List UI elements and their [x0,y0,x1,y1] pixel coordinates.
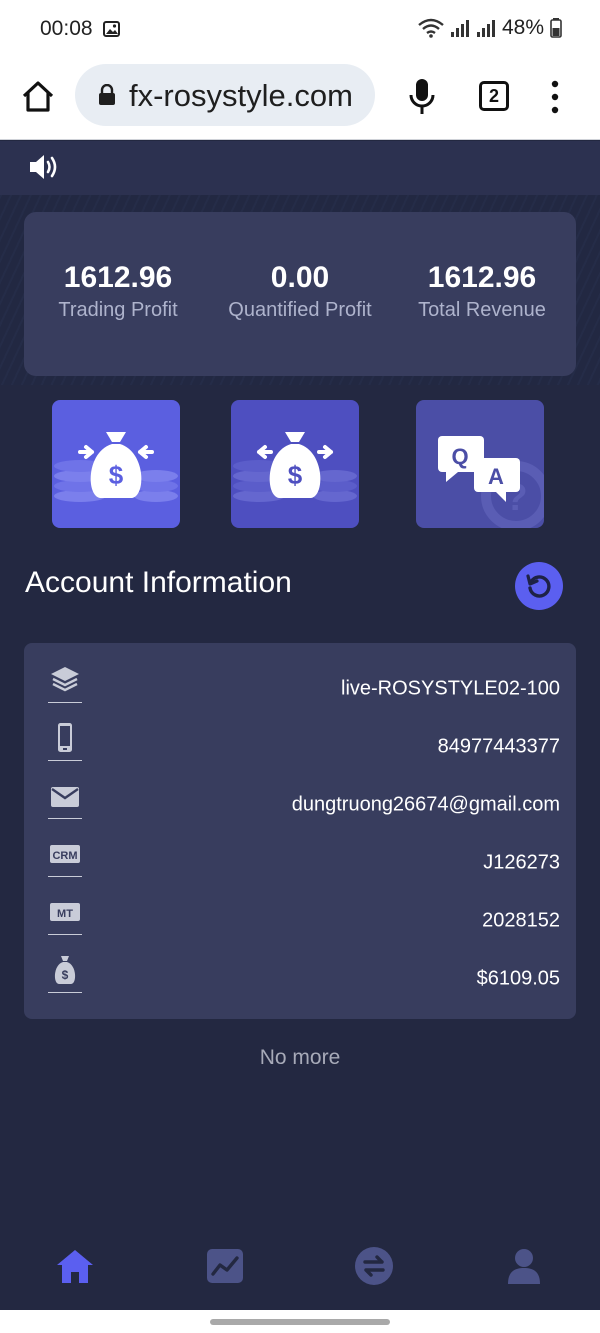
home-tab-icon [57,1250,93,1283]
battery-percent: 48% [501,16,544,39]
account-row-balance: $ $6109.05 [24,947,576,1005]
wifi-icon [418,18,444,38]
tab-market[interactable] [205,1246,245,1286]
home-icon[interactable] [20,79,56,115]
account-crm-value: J126273 [483,851,560,874]
mt-icon-text: MT [57,908,73,920]
signal-icon [450,20,469,37]
account-row-crm: CRM J126273 [24,831,576,889]
url-text: fx-rosystyle.com [129,78,353,113]
profit-summary-card: 1612.96 Trading Profit 0.00 Quantified P… [24,212,576,376]
faq-button[interactable]: ? Q A [416,400,544,528]
svg-text:Q: Q [451,444,468,469]
account-row-email: dungtruong26674@gmail.com [24,773,576,831]
speaker-icon[interactable] [28,152,60,182]
browser-toolbar: fx-rosystyle.com 2 [0,60,600,140]
stat-label: Total Revenue [418,299,546,321]
money-bag-deposit-icon: $ [54,432,178,502]
chart-tab-icon [207,1249,243,1283]
address-bar[interactable]: fx-rosystyle.com [75,64,375,126]
stat-value: 1612.96 [427,261,537,294]
tab-trade[interactable] [354,1246,394,1286]
status-time: 00:08 [40,17,93,40]
account-phone-value: 84977443377 [437,735,560,758]
stat-value: 1612.96 [63,261,173,294]
signal-icon-2 [476,20,495,37]
account-row-phone: 84977443377 [24,715,576,773]
stat-value: 0.00 [270,261,330,294]
layers-icon [48,663,82,703]
phone-icon [48,721,82,761]
crm-icon: CRM [48,837,82,877]
battery-icon [550,18,562,38]
account-login-value: live-ROSYSTYLE02-100 [341,677,560,700]
svg-text:$: $ [288,460,303,490]
refresh-icon [526,574,551,598]
account-info-card: live-ROSYSTYLE02-100 84977443377 dungtru… [24,643,576,1019]
account-balance-value: $6109.05 [476,967,560,990]
qa-chat-icon: ? Q A [438,436,544,528]
svg-text:$: $ [62,968,69,982]
svg-text:$: $ [109,460,124,490]
user-tab-icon [508,1249,540,1284]
tab-profile[interactable] [504,1246,544,1286]
svg-text:A: A [488,464,504,489]
notice-bar [0,141,600,195]
more-menu-icon[interactable] [547,80,563,114]
lock-icon [99,84,115,105]
stat-label: Trading Profit [58,299,178,321]
home-gesture-pill[interactable] [210,1319,390,1325]
status-indicators: 48% [418,16,562,40]
tab-switcher-button[interactable]: 2 [479,81,509,111]
microphone-icon[interactable] [408,77,436,117]
money-bag-icon: $ [48,953,82,993]
stat-quantified-profit: 0.00 Quantified Profit [208,260,392,322]
account-row-mt: MT 2028152 [24,889,576,947]
deposit-button[interactable]: $ [52,400,180,528]
account-email-value: dungtruong26674@gmail.com [291,793,560,816]
stat-total-revenue: 1612.96 Total Revenue [390,260,574,322]
gallery-notification-icon [103,21,120,37]
mt-icon: MT [48,895,82,935]
exchange-tab-icon [355,1247,393,1285]
money-bag-withdraw-icon: $ [233,432,357,502]
list-end-text: No more [259,1046,341,1069]
section-title: Account Information [25,566,292,599]
crm-icon-text: CRM [52,850,77,862]
tab-home[interactable] [55,1246,95,1286]
withdraw-button[interactable]: $ [231,400,359,528]
account-mt-value: 2028152 [482,909,560,932]
gesture-navigation-area [0,1310,600,1333]
stat-trading-profit: 1612.96 Trading Profit [26,260,210,322]
status-bar: 00:08 48% [0,0,600,60]
stat-label: Quantified Profit [228,299,372,321]
refresh-button[interactable] [515,562,563,610]
mail-icon [48,779,82,819]
account-row-login: live-ROSYSTYLE02-100 [24,657,576,715]
bottom-navigation [0,1228,600,1310]
